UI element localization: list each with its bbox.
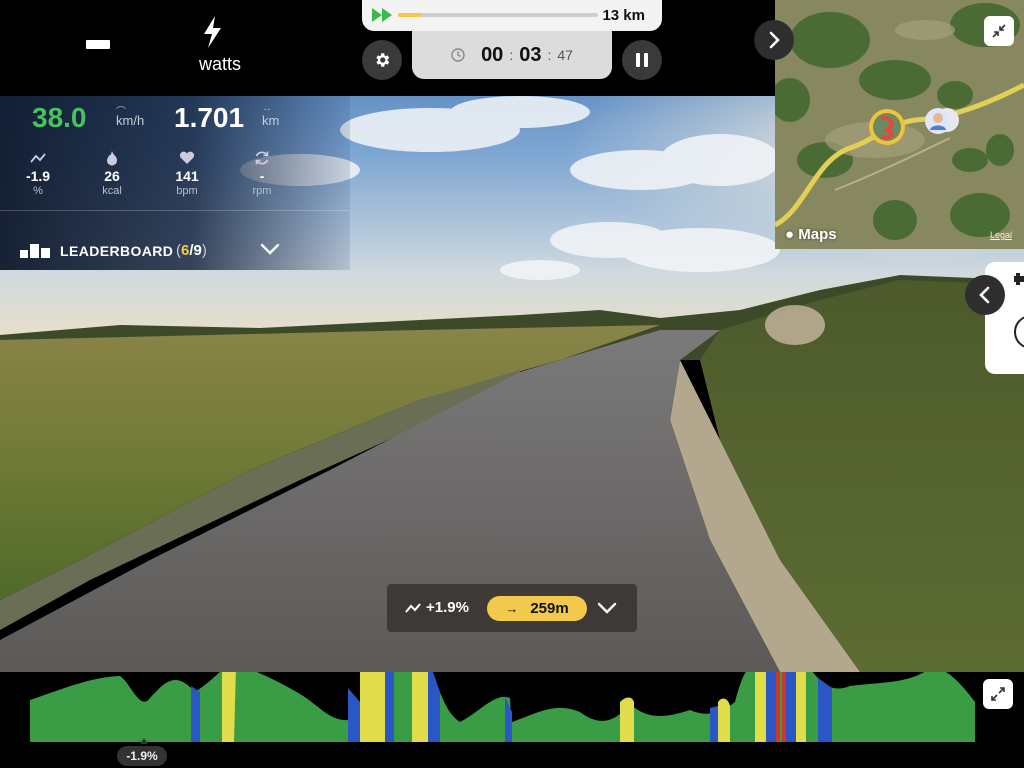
route-progress-fill xyxy=(398,13,422,17)
distance-value: 1.701 xyxy=(174,102,245,133)
current-position-marker xyxy=(140,738,148,744)
leaderboard-total: 9 xyxy=(193,242,202,259)
cadence-unit: rpm xyxy=(252,185,272,197)
chevron-left-icon xyxy=(979,286,990,304)
leaderboard-bracket: ) xyxy=(201,242,207,259)
arrow-right-icon: → xyxy=(505,601,519,616)
metric-heart-rate: 141 bpm xyxy=(157,150,217,197)
timer-seconds: 47 xyxy=(557,47,573,63)
timer-hours: 00 xyxy=(481,43,504,66)
leaderboard-label[interactable]: LEADERBOARD xyxy=(60,243,173,259)
distance-unit: km xyxy=(262,113,280,128)
dumbbell-icon xyxy=(1014,273,1024,285)
slope-icon xyxy=(30,153,46,163)
gear-icon xyxy=(376,53,390,67)
chevron-down-icon[interactable] xyxy=(597,602,617,614)
pause-button[interactable] xyxy=(622,40,662,80)
ride-screen: watts 13 km 00 : 03 : 47 38.0 ⌒ km/h 1.7… xyxy=(0,0,1024,768)
current-gradient-label: -1.9% xyxy=(117,746,167,766)
timer-minutes: 03 xyxy=(519,43,542,66)
route-map[interactable]: ● Maps Legal xyxy=(775,0,1024,249)
lightning-bolt-icon xyxy=(204,16,221,48)
pause-icon xyxy=(644,53,648,67)
expand-panel-button[interactable] xyxy=(754,20,794,60)
upcoming-gradient-box[interactable]: +1.9% → 259m xyxy=(387,584,637,632)
route-progress-bar xyxy=(398,13,598,17)
slope-icon xyxy=(405,603,421,613)
stats-divider xyxy=(0,210,350,211)
apple-logo-icon: ● xyxy=(785,226,799,243)
flame-icon xyxy=(107,150,117,165)
chevron-down-icon[interactable] xyxy=(260,243,280,255)
route-progress-panel: 13 km xyxy=(362,0,662,31)
heart-rate-value: 141 xyxy=(175,168,199,184)
maps-attribution: ● Maps xyxy=(785,226,837,243)
maps-legal-link[interactable]: Legal xyxy=(990,230,1012,240)
settings-button[interactable] xyxy=(362,40,402,80)
collapse-side-panel-button[interactable] xyxy=(965,275,1005,315)
gradient-value: -1.9 xyxy=(25,168,51,184)
calories-value: 26 xyxy=(104,168,120,184)
chevron-right-icon xyxy=(769,31,780,49)
clock-icon xyxy=(451,48,465,62)
metric-cadence: - rpm xyxy=(232,150,292,197)
heart-icon xyxy=(179,151,195,164)
maps-provider-label: Maps xyxy=(798,226,837,243)
timer-separator: : xyxy=(547,47,552,63)
metric-calories: 26 kcal xyxy=(82,150,142,197)
map-collapse-button[interactable] xyxy=(984,16,1014,46)
calories-unit: kcal xyxy=(102,185,122,197)
distance-to-climb-pill: → 259m xyxy=(487,596,587,621)
heart-rate-unit: bpm xyxy=(176,185,198,197)
route-total-distance: 13 km xyxy=(602,7,645,24)
collapse-arrows-icon xyxy=(992,24,1006,38)
speed-unit: km/h xyxy=(116,113,145,128)
speed-value: 38.0 xyxy=(32,102,87,133)
gradient-unit: % xyxy=(33,185,43,197)
cadence-value: - xyxy=(259,168,265,184)
cadence-icon xyxy=(255,151,269,165)
upcoming-gradient-value: +1.9% xyxy=(426,599,469,616)
fast-forward-icon xyxy=(372,8,392,22)
leaderboard-position: (6/9) xyxy=(176,242,207,259)
power-decrease-button[interactable] xyxy=(86,40,110,49)
distance-to-climb-value: 259m xyxy=(530,600,569,617)
power-unit-label: watts xyxy=(198,54,241,74)
elapsed-timer: 00 : 03 : 47 xyxy=(412,31,612,79)
pause-icon xyxy=(636,53,640,67)
elevation-expand-button[interactable] xyxy=(983,679,1013,709)
metric-gradient: -1.9 % xyxy=(8,150,68,197)
timer-separator: : xyxy=(509,47,514,63)
ride-stats-panel: 38.0 ⌒ km/h 1.701 ↔ km -1.9 % 26 kcal 14… xyxy=(0,96,350,270)
expand-arrows-icon xyxy=(991,687,1005,701)
leaderboard-podium-icon xyxy=(20,244,50,258)
